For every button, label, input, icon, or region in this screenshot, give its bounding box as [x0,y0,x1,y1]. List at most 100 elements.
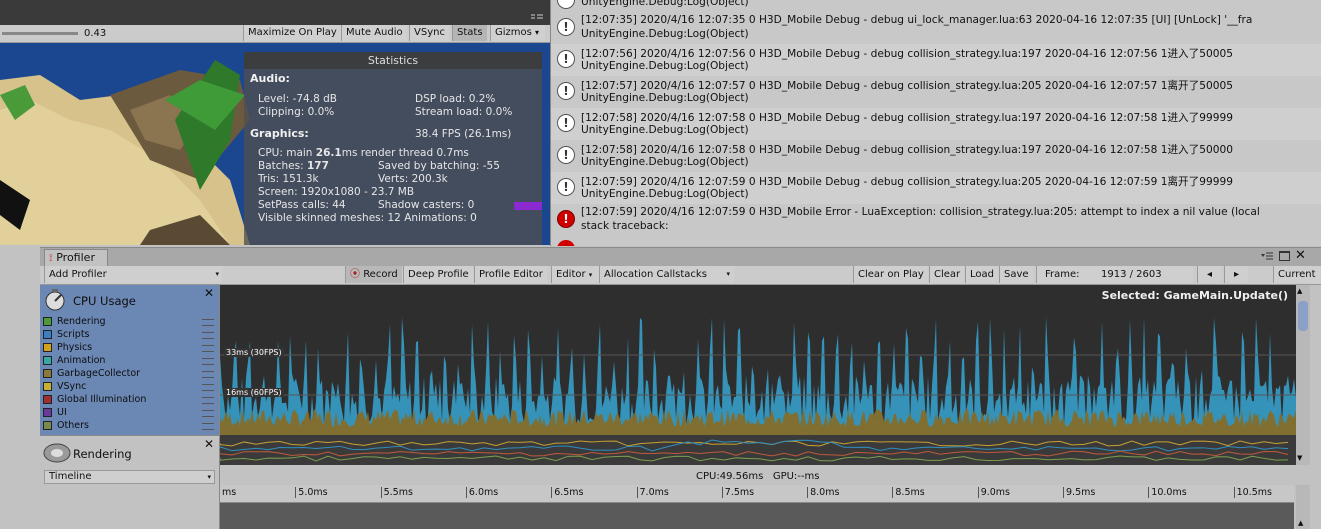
maximize-on-play-button[interactable]: Maximize On Play [243,25,341,41]
mute-audio-button[interactable]: Mute Audio [341,25,407,41]
console-entry[interactable]: ! [12:07:57] 2020/4/16 12:07:57 0 H3D_Mo… [551,76,1321,108]
cpu-usage-graph[interactable]: Selected: GameMain.Update() 33ms (30FPS)… [220,285,1296,465]
legend-swatch [43,408,52,417]
close-icon[interactable]: ✕ [204,437,214,451]
deep-profile-button[interactable]: Deep Profile [403,266,473,283]
profiler-modules-panel: CPU Usage ✕ Rendering Scripts Physics An… [40,285,220,529]
maximize-icon[interactable] [1279,251,1290,261]
console-panel: UnityEngine.Debug:Log(Object) ! [12:07:3… [550,0,1321,246]
legend-swatch [43,369,52,378]
drag-handle-icon[interactable] [202,423,214,430]
tab-profiler[interactable]: ⟟ Profiler [44,249,108,266]
drag-handle-icon[interactable] [202,332,214,339]
profile-editor-button[interactable]: Profile Editor [474,266,547,283]
add-profiler-label: Add Profiler [49,269,107,280]
legend-item-scripts[interactable]: Scripts [43,329,214,342]
legend-item-others[interactable]: Others [43,420,214,433]
legend-swatch [43,317,52,326]
legend-label: Scripts [57,329,90,340]
load-button[interactable]: Load [965,266,998,283]
graphics-setpass: SetPass calls: 44 [258,199,346,211]
add-profiler-dropdown[interactable]: Add Profiler ▾ [44,266,222,283]
view-mode-dropdown[interactable]: Timeline ▾ [44,470,215,484]
drag-handle-icon[interactable] [202,345,214,352]
gizmos-button[interactable]: Gizmos ▾ [490,25,545,41]
console-entry[interactable]: ! [12:07:56] 2020/4/16 12:07:56 0 H3D_Mo… [551,44,1321,76]
stats-button[interactable]: Stats [452,25,487,41]
scroll-up-icon[interactable]: ▲ [1297,287,1302,295]
legend-item-rendering[interactable]: Rendering [43,316,214,329]
timeline-ruler[interactable]: ms 5.0ms 5.5ms 6.0ms 6.5ms 7.0ms 7.5ms 8.0ms 8.5… [220,485,1294,503]
info-icon: ! [557,146,575,164]
panel-menu-icon[interactable] [530,13,544,21]
panel-menu-icon[interactable] [1261,251,1273,261]
graphics-screen: Screen: 1920x1080 - 23.7 MB [258,186,415,198]
console-entry[interactable]: ! [12:07:58] 2020/4/16 12:07:58 0 H3D_Mo… [551,108,1321,140]
cpu-graph-canvas[interactable] [220,285,1296,465]
clear-button[interactable]: Clear [929,266,965,283]
drag-handle-icon[interactable] [202,358,214,365]
legend-item-ui[interactable]: UI [43,407,214,420]
threshold-label-60fps: 16ms (60FPS) [224,388,284,397]
console-entry-trace: UnityEngine.Debug:Log(Object) [581,124,749,136]
legend-item-vsync[interactable]: VSync [43,381,214,394]
timeline-view[interactable] [220,503,1294,529]
gizmos-label: Gizmos [495,27,532,38]
record-button[interactable]: ⦿ Record [345,266,402,283]
ruler-tick: 9.0ms [977,487,1010,498]
console-entry[interactable]: ! [12:07:58] 2020/4/16 12:07:58 0 H3D_Mo… [551,140,1321,172]
close-icon[interactable]: ✕ [204,286,214,300]
profiler-tab-label: Profiler [56,251,95,264]
drag-handle-icon[interactable] [202,410,214,417]
cpu-usage-module[interactable]: CPU Usage ✕ Rendering Scripts Physics An… [40,285,219,435]
legend-item-garbage-collector[interactable]: GarbageCollector [43,368,214,381]
timeline-scrollbar[interactable]: ▲ [1296,485,1310,529]
editor-dropdown[interactable]: Editor ▾ [551,266,605,283]
info-icon: ! [557,82,575,100]
save-button[interactable]: Save [999,266,1033,283]
rendering-module[interactable]: Rendering ✕ [40,435,219,470]
view-mode-label: Timeline [49,471,92,482]
console-entry[interactable]: ! [12:07:35] 2020/4/16 12:07:35 0 H3D_Mo… [551,12,1321,44]
console-partial-line: UnityEngine.Debug:Log(Object) [581,0,749,8]
legend-item-global-illumination[interactable]: Global Illumination [43,394,214,407]
chevron-down-icon: ▾ [588,271,593,279]
next-frame-icon[interactable]: ▸ [1224,266,1248,283]
chevron-down-icon: ▾ [726,270,730,278]
console-entry[interactable]: ! [12:07:59] 2020/4/16 12:07:59 0 H3D_Mo… [551,172,1321,204]
current-frame-button[interactable]: Current [1273,266,1320,283]
allocation-callstacks-dropdown[interactable]: Allocation Callstacks ▾ [599,266,734,283]
legend-label: Global Illumination [57,394,147,405]
vsync-button[interactable]: VSync [409,25,449,41]
console-entry-message: [12:07:57] 2020/4/16 12:07:57 0 H3D_Mobi… [581,80,1233,92]
console-entry-error[interactable]: ! [12:07:59] 2020/4/16 12:07:59 0 H3D_Mo… [551,204,1321,236]
graphics-skinned-meshes: Visible skinned meshes: 12 Animations: 0 [258,212,477,224]
batches-value: 177 [307,160,329,172]
legend-label: Physics [57,342,93,353]
previous-frame-icon[interactable]: ◂ [1197,266,1221,283]
clear-on-play-button[interactable]: Clear on Play [853,266,928,283]
close-icon[interactable]: ✕ [1295,248,1306,264]
drag-handle-icon[interactable] [202,371,214,378]
graph-scrollbar[interactable]: ▲ ▼ [1296,285,1310,465]
purple-stripe [514,202,542,210]
scroll-thumb[interactable] [1298,301,1308,331]
profiler-tab-bar: ⟟ Profiler ✕ [40,248,1321,266]
audio-header: Audio: [250,72,290,85]
ruler-tick: 5.0ms [295,487,328,498]
legend-swatch [43,330,52,339]
scroll-down-icon[interactable]: ▼ [1297,454,1302,462]
frame-indicator: Frame: 1913 / 2603 [1036,266,1193,283]
scroll-up-icon[interactable]: ▲ [1298,519,1303,527]
console-entry-trace: UnityEngine.Debug:Log(Object) [581,92,749,104]
legend-label: Others [57,420,89,431]
scale-slider-track[interactable] [2,32,78,35]
audio-stream-load: Stream load: 0.0% [415,106,513,118]
cpu-main-suffix: ms render thread 0.7ms [341,147,469,159]
legend-item-animation[interactable]: Animation [43,355,214,368]
legend-item-physics[interactable]: Physics [43,342,214,355]
drag-handle-icon[interactable] [202,319,214,326]
info-icon: ! [557,114,575,132]
drag-handle-icon[interactable] [202,397,214,404]
drag-handle-icon[interactable] [202,384,214,391]
